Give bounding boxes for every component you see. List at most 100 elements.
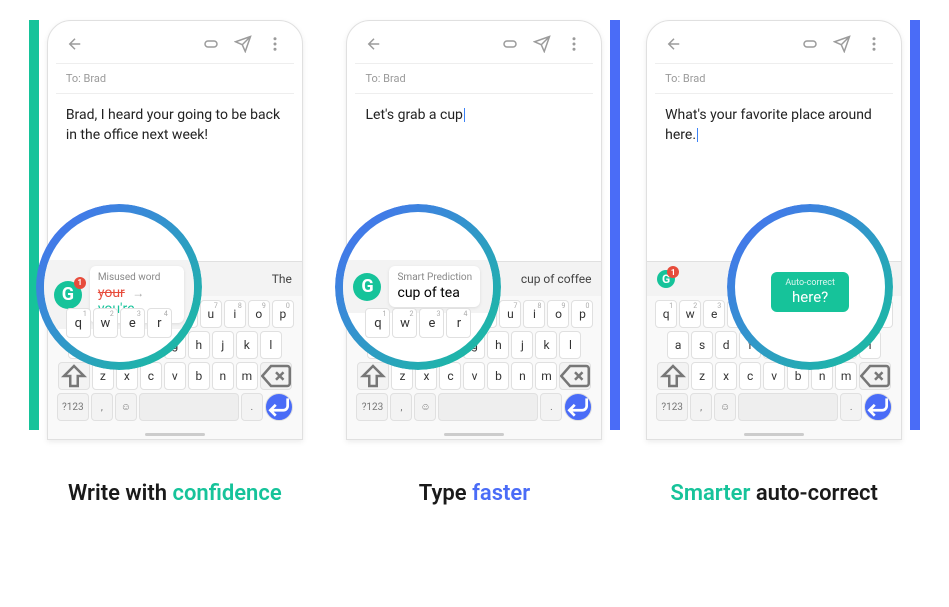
- send-icon[interactable]: [234, 35, 252, 53]
- prediction-text: cup of tea: [397, 285, 472, 301]
- key-d[interactable]: d: [715, 331, 737, 359]
- key-x[interactable]: x: [715, 362, 737, 390]
- email-body[interactable]: What's your favorite place around here.: [655, 94, 893, 164]
- key-b[interactable]: b: [487, 362, 509, 390]
- home-indicator: [145, 433, 205, 436]
- suggestion-type: Smart Prediction: [397, 272, 472, 283]
- caption-text: auto-correct: [750, 481, 877, 506]
- emoji-key[interactable]: ☺: [414, 393, 436, 421]
- comma-key[interactable]: ,: [690, 393, 712, 421]
- lens-key-w: 2w: [392, 308, 417, 338]
- key-v[interactable]: v: [164, 362, 186, 390]
- key-o[interactable]: 9o: [547, 300, 569, 328]
- key-z[interactable]: z: [691, 362, 713, 390]
- more-icon[interactable]: [865, 35, 883, 53]
- back-icon[interactable]: [365, 35, 383, 53]
- email-body[interactable]: Brad, I heard your going to be back in t…: [56, 94, 294, 164]
- feature-caption: Type faster: [331, 480, 617, 509]
- period-key[interactable]: .: [540, 393, 562, 421]
- to-field[interactable]: To: Brad: [56, 63, 294, 94]
- key-j[interactable]: j: [511, 331, 533, 359]
- back-icon[interactable]: [665, 35, 683, 53]
- key-k[interactable]: k: [535, 331, 557, 359]
- sym-key[interactable]: ?123: [57, 393, 89, 421]
- key-l[interactable]: l: [559, 331, 581, 359]
- panels-row: To: Brad Brad, I heard your going to be …: [0, 0, 949, 445]
- space-key[interactable]: [139, 393, 239, 421]
- alert-badge: 1: [74, 277, 86, 289]
- send-icon[interactable]: [533, 35, 551, 53]
- key-l[interactable]: l: [260, 331, 282, 359]
- suggestion-word[interactable]: The: [272, 272, 292, 286]
- space-key[interactable]: [438, 393, 538, 421]
- key-m[interactable]: m: [835, 362, 857, 390]
- key-i[interactable]: 8i: [523, 300, 545, 328]
- grammarly-icon[interactable]: G: [353, 273, 381, 301]
- key-w[interactable]: 2w: [679, 300, 701, 328]
- key-s[interactable]: s: [691, 331, 713, 359]
- attach-icon[interactable]: [202, 35, 220, 53]
- key-p[interactable]: 0p: [272, 300, 294, 328]
- sym-key[interactable]: ?123: [656, 393, 688, 421]
- suggestion-phrase[interactable]: cup of coffee: [521, 272, 592, 286]
- key-v[interactable]: v: [463, 362, 485, 390]
- key-k[interactable]: k: [236, 331, 258, 359]
- more-icon[interactable]: [266, 35, 284, 53]
- backspace-key[interactable]: [559, 362, 591, 390]
- to-field[interactable]: To: Brad: [655, 63, 893, 94]
- email-body[interactable]: Let's grab a cup: [355, 94, 593, 164]
- back-icon[interactable]: [66, 35, 84, 53]
- feature-panel-2: To: Brad Let's grab a cup G cup of coffe…: [331, 20, 617, 440]
- comma-key[interactable]: ,: [91, 393, 113, 421]
- home-indicator: [444, 433, 504, 436]
- lens-key-r: 4r: [446, 308, 471, 338]
- lens-key-e: 3e: [120, 308, 145, 338]
- key-b[interactable]: b: [188, 362, 210, 390]
- prediction-card[interactable]: Smart Prediction cup of tea: [389, 266, 480, 307]
- period-key[interactable]: .: [241, 393, 263, 421]
- key-i[interactable]: 8i: [224, 300, 246, 328]
- key-u[interactable]: 7u: [499, 300, 521, 328]
- shift-key[interactable]: [657, 362, 689, 390]
- period-key[interactable]: .: [840, 393, 862, 421]
- emoji-key[interactable]: ☺: [115, 393, 137, 421]
- key-q[interactable]: 1q: [655, 300, 677, 328]
- key-j[interactable]: j: [212, 331, 234, 359]
- key-n[interactable]: n: [212, 362, 234, 390]
- enter-key[interactable]: [265, 393, 293, 421]
- key-p[interactable]: 0p: [571, 300, 593, 328]
- key-m[interactable]: m: [535, 362, 557, 390]
- email-topbar: [355, 31, 593, 63]
- space-key[interactable]: [738, 393, 838, 421]
- autocorrect-chip[interactable]: Auto-correct here?: [771, 272, 849, 312]
- key-m[interactable]: m: [236, 362, 258, 390]
- enter-key[interactable]: [564, 393, 592, 421]
- key-e[interactable]: 3e: [703, 300, 725, 328]
- key-a[interactable]: a: [667, 331, 689, 359]
- accent-bar: [610, 20, 620, 430]
- emoji-key[interactable]: ☺: [714, 393, 736, 421]
- send-icon[interactable]: [833, 35, 851, 53]
- accent-bar: [29, 20, 39, 430]
- comma-key[interactable]: ,: [390, 393, 412, 421]
- shift-key[interactable]: [58, 362, 90, 390]
- to-field[interactable]: To: Brad: [355, 63, 593, 94]
- backspace-key[interactable]: [859, 362, 891, 390]
- backspace-key[interactable]: [260, 362, 292, 390]
- key-u[interactable]: 7u: [200, 300, 222, 328]
- grammarly-icon[interactable]: G1: [657, 270, 675, 288]
- shift-key[interactable]: [357, 362, 389, 390]
- enter-key[interactable]: [864, 393, 892, 421]
- autocorrect-label: Auto-correct: [785, 278, 835, 288]
- key-v[interactable]: v: [763, 362, 785, 390]
- key-c[interactable]: c: [739, 362, 761, 390]
- sym-key[interactable]: ?123: [356, 393, 388, 421]
- magnifier-lens: Auto-correct here?: [731, 208, 889, 366]
- attach-icon[interactable]: [801, 35, 819, 53]
- attach-icon[interactable]: [501, 35, 519, 53]
- grammarly-icon[interactable]: G 1: [54, 281, 82, 309]
- key-n[interactable]: n: [511, 362, 533, 390]
- more-icon[interactable]: [565, 35, 583, 53]
- feature-panel-3: To: Brad What's your favorite place arou…: [631, 20, 917, 440]
- key-o[interactable]: 9o: [248, 300, 270, 328]
